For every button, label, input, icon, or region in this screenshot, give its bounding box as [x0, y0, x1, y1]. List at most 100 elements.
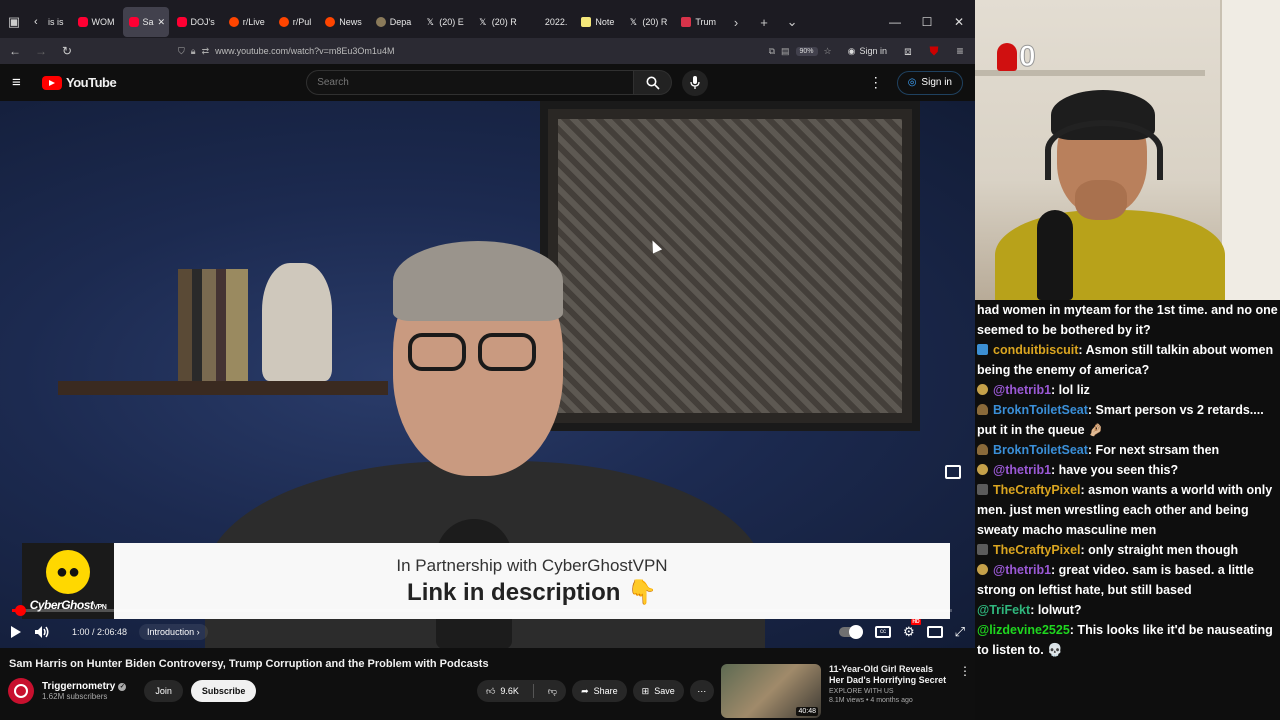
browser-tab[interactable]: Trum	[675, 7, 722, 37]
browser-tab-label: Trum	[695, 17, 717, 27]
chat-username[interactable]: BroknToiletSeat	[993, 443, 1088, 457]
video-player[interactable]: ●● CyberGhostVPN In Partnership with Cyb…	[0, 101, 975, 648]
forward-icon[interactable]: →	[30, 40, 52, 62]
settings-gear-icon[interactable]: ⚙	[903, 619, 921, 640]
permissions-icon[interactable]: ⇄	[202, 46, 210, 57]
chat-username[interactable]: @thetrib1	[993, 463, 1051, 477]
chapter-button[interactable]: Introduction ›	[139, 624, 208, 640]
miniplayer-icon[interactable]	[945, 465, 961, 479]
progress-scrubber[interactable]	[14, 605, 26, 616]
theater-mode-icon[interactable]	[926, 626, 943, 638]
browser-tab-label: DOJ's	[190, 17, 215, 27]
bookmark-star-icon[interactable]: ☆	[824, 46, 832, 57]
chat-message: @lizdevine2525: This looks like it'd be …	[977, 620, 1278, 660]
chapter-title: Introduction	[147, 627, 195, 637]
close-tab-icon[interactable]: ✕	[158, 17, 166, 28]
search-button[interactable]	[634, 70, 673, 95]
tab-list-icon[interactable]: ⌄	[778, 8, 806, 36]
verified-icon: ✓	[118, 682, 127, 691]
reload-icon[interactable]: ↻	[56, 40, 78, 62]
chat-username[interactable]: @thetrib1	[993, 563, 1051, 577]
prime-badge-icon	[977, 384, 988, 395]
extensions-icon[interactable]: ⧈	[897, 40, 919, 62]
youtube-logo[interactable]: YouTube	[42, 75, 117, 90]
browser-account-button[interactable]: ◉ Sign in	[842, 46, 893, 57]
chat-username[interactable]: @lizdevine2525	[977, 623, 1070, 637]
chat-message: conduitbiscuit: Asmon still talkin about…	[977, 340, 1278, 380]
browser-tab[interactable]: 𝕏 (20) E	[419, 7, 470, 37]
volume-icon[interactable]	[34, 625, 50, 639]
recommended-channel[interactable]: EXPLORE WITH US	[829, 688, 949, 695]
browser-tab[interactable]: 2022.	[525, 7, 574, 37]
new-tab-icon[interactable]: +	[750, 8, 778, 36]
subtitles-icon[interactable]: cc	[874, 626, 891, 638]
browser-tab[interactable]: 𝕏 (20) R	[472, 7, 523, 37]
chat-username[interactable]: BroknToiletSeat	[993, 403, 1088, 417]
search-input[interactable]	[306, 70, 635, 95]
chat-message: @TriFekt: lolwut?	[977, 600, 1278, 620]
guide-menu-icon[interactable]: ≡	[12, 74, 30, 91]
channel-avatar[interactable]	[8, 678, 34, 704]
address-bar[interactable]: ⛉ 🔒︎ ⇄ www.youtube.com/watch?v=m8Eu3Om1u…	[82, 40, 838, 62]
browser-tab[interactable]: 𝕏 (20) R	[622, 7, 673, 37]
menu-icon[interactable]: ≡	[949, 40, 971, 62]
recommended-title[interactable]: 11-Year-Old Girl Reveals Her Dad's Horri…	[829, 664, 949, 686]
tab-scroll-right-icon[interactable]: ›	[722, 8, 750, 36]
progress-bar[interactable]	[12, 605, 952, 616]
video-books	[178, 269, 248, 381]
zoom-level[interactable]: 90%	[795, 46, 818, 56]
dislike-button[interactable]: 👎︎	[539, 680, 566, 702]
browser-tab[interactable]: WOM	[72, 7, 121, 37]
chat-username[interactable]: @TriFekt	[977, 603, 1030, 617]
youtube-play-icon	[42, 75, 62, 90]
join-button[interactable]: Join	[144, 680, 183, 702]
url-text[interactable]: www.youtube.com/watch?v=m8Eu3Om1u4M	[215, 46, 762, 56]
back-icon[interactable]: ←	[4, 40, 26, 62]
share-label: Share	[593, 686, 618, 696]
save-button[interactable]: ⊞ Save	[632, 680, 684, 702]
chat-username[interactable]: conduitbiscuit	[993, 343, 1078, 357]
subscribe-button[interactable]: Subscribe	[190, 680, 257, 702]
browser-tab[interactable]: ‹ is is	[28, 7, 70, 37]
share-button[interactable]: ➦ Share	[572, 680, 627, 702]
blank-favicon-icon	[531, 17, 541, 27]
ublock-icon[interactable]: ⛊	[923, 40, 945, 62]
lock-icon[interactable]: 🔒︎	[191, 46, 196, 57]
browser-tab[interactable]: Note	[575, 7, 620, 37]
person-badge-icon	[977, 444, 988, 455]
browser-tab[interactable]: News	[319, 7, 368, 37]
browser-tab[interactable]: Depa	[370, 7, 418, 37]
channel-name-link[interactable]: Triggernometry ✓	[42, 681, 127, 692]
chat-username[interactable]: @thetrib1	[993, 383, 1051, 397]
chat-username[interactable]: TheCraftyPixel	[993, 483, 1081, 497]
browser-tab[interactable]: DOJ's	[171, 7, 221, 37]
reader-view-icon[interactable]: ▤	[781, 46, 790, 57]
x-favicon-icon: 𝕏	[479, 17, 487, 27]
browser-tab[interactable]: Sa ✕	[122, 7, 169, 37]
fullscreen-icon[interactable]: ⤢	[955, 624, 965, 640]
like-button[interactable]: 👍︎ 9.6K	[477, 680, 528, 702]
share-icon: ➦	[581, 685, 589, 696]
recommended-more-icon[interactable]: ⋮	[959, 664, 971, 720]
browser-tab-label: Depa	[389, 17, 412, 27]
shield-icon[interactable]: ⛉	[178, 46, 185, 57]
youtube-signin-button[interactable]: ◎ Sign in	[896, 70, 963, 95]
picture-in-picture-icon[interactable]: ⧉	[769, 46, 775, 57]
recommended-duration: 40:48	[796, 707, 818, 716]
autoplay-toggle[interactable]	[838, 625, 863, 639]
person-icon	[997, 43, 1017, 71]
more-actions-button[interactable]: ⋯	[689, 680, 714, 702]
browser-tab-label: Sa	[142, 17, 154, 27]
browser-tab[interactable]: r/Live	[223, 7, 271, 37]
recommended-thumbnail[interactable]: 40:48	[721, 664, 821, 718]
settings-more-icon[interactable]: ⋮	[869, 74, 883, 91]
voice-search-button[interactable]	[682, 69, 709, 96]
browser-tab[interactable]: r/Pul	[273, 7, 318, 37]
tab-overview-icon[interactable]: ▣	[0, 8, 28, 36]
browser-tab-label: is is	[48, 17, 64, 27]
play-icon[interactable]	[10, 625, 22, 639]
webcam-headphones	[1045, 120, 1163, 180]
youtube-header: ≡ YouTube ⋮ ◎ Sign in	[0, 64, 975, 101]
recommended-video[interactable]: 40:48 11-Year-Old Girl Reveals Her Dad's…	[721, 664, 975, 720]
chat-username[interactable]: TheCraftyPixel	[993, 543, 1081, 557]
